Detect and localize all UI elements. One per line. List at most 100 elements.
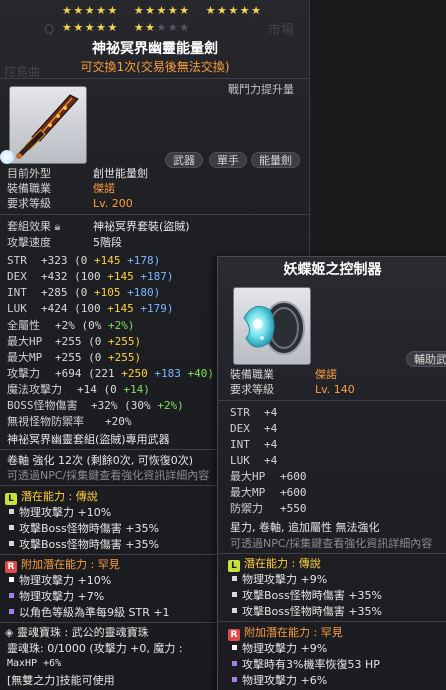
stat-row: LUK +4 xyxy=(230,454,278,467)
star-group-filled: ★★ xyxy=(133,21,157,34)
sparkle-icon xyxy=(0,150,14,164)
additional-potential-line: 攻擊時有3%機率恢復53 HP xyxy=(230,659,380,670)
stat-row: STR +4 xyxy=(230,406,278,419)
star-group: ★★★★★ xyxy=(62,21,119,34)
stat-row-allstat: 全屬性 +2% (0% +2%) xyxy=(7,319,135,332)
trade-status: 可交換1次(交易後無法交換) xyxy=(80,60,230,74)
tag-weapon: 武器 xyxy=(165,152,203,168)
potential-line: 攻擊Boss怪物時傷害 +35% xyxy=(230,590,382,601)
potential-title: L 潛在能力 : 傳說 xyxy=(5,491,98,505)
bullet-icon xyxy=(9,509,14,514)
exclusive-weapon-text: 神祕冥界幽靈套組(盜賊)專用武器 xyxy=(7,433,170,446)
info-label: 要求等級 xyxy=(230,383,274,396)
potential-line: 攻擊Boss怪物時傷害 +35% xyxy=(7,523,159,534)
attack-speed-label: 攻擊速度 xyxy=(7,236,51,249)
combat-power-label: 戰鬥力提升量 xyxy=(228,83,294,96)
star-group: ★★★★★ xyxy=(133,4,191,17)
bullet-icon xyxy=(232,576,237,581)
controller-icon-frame xyxy=(233,287,311,365)
info-label: 目前外型 xyxy=(7,167,51,180)
stat-row-maxmp: 最大MP +255 (0 +255) xyxy=(7,351,142,364)
additional-potential-line: 物理攻擊力 +7% xyxy=(7,591,104,602)
background-search-glyph: Q xyxy=(44,23,55,38)
stat-row-str: STR +323 (0 +145 +178) xyxy=(7,254,161,267)
bullet-icon xyxy=(232,661,237,666)
stat-row-magic-attack: 魔法攻擊力 +14 (0 +14) xyxy=(7,383,150,396)
potential-title: L 潛在能力 : 傳說 xyxy=(228,558,321,572)
additional-potential-line: 物理攻擊力 +6% xyxy=(230,675,327,686)
info-value-job: 傑諾 xyxy=(315,368,337,381)
set-effect-label: 套組效果 🔒︎ xyxy=(7,220,61,233)
stat-row-luk: LUK +424 (100 +145 +179) xyxy=(7,302,174,315)
stat-row-dex: DEX +432 (100 +145 +187) xyxy=(7,270,174,283)
divider xyxy=(0,214,309,215)
star-group: ★★★★★ xyxy=(205,4,263,17)
starforce-row-2: ★★★★★ ★★★★★ xyxy=(62,22,191,33)
info-label: 裝備職業 xyxy=(230,368,274,381)
star-group-empty: ★★★ xyxy=(156,21,191,34)
soul-count-line: 靈魂珠: 0/1000 (攻擊力 +0, 魔力 : xyxy=(7,642,183,655)
stat-row: DEX +4 xyxy=(230,422,278,435)
enhance-restriction-text: 星力, 卷軸, 追加屬性 無法強化 xyxy=(230,521,380,534)
potential-line: 物理攻擊力 +10% xyxy=(7,507,111,518)
set-effect-value: 神祕冥界套裝(盜賊) xyxy=(93,220,190,233)
potential-line: 攻擊Boss怪物時傷害 +35% xyxy=(7,539,159,550)
stat-row: 最大HP +600 xyxy=(230,470,307,483)
divider xyxy=(218,621,446,622)
info-label: 裝備職業 xyxy=(7,182,51,195)
bullet-icon xyxy=(232,677,237,682)
bullet-icon xyxy=(9,525,14,530)
attack-speed-value: 5階段 xyxy=(93,236,122,249)
additional-potential-line: 物理攻擊力 +10% xyxy=(7,575,111,586)
starforce-row-1: ★★★★★ ★★★★★ ★★★★★ xyxy=(62,5,272,16)
bullet-icon xyxy=(232,592,237,597)
soul-gem-icon: ◈ xyxy=(5,626,14,639)
npc-hint-text: 可透過NPC/採集鍵查看強化資訊詳細內容 xyxy=(230,537,433,550)
tag-energy-sword: 能量劍 xyxy=(251,152,300,168)
butterfly-controller-icon xyxy=(243,301,305,355)
additional-potential-title: R 附加潛在能力 : 罕見 xyxy=(228,627,343,641)
divider xyxy=(0,78,309,79)
bullet-icon xyxy=(232,645,237,650)
divider xyxy=(218,400,446,401)
additional-potential-line: 物理攻擊力 +9% xyxy=(230,643,327,654)
stat-row-boss-damage: BOSS怪物傷害 +32% (30% +2%) xyxy=(7,399,184,412)
info-value-level: Lv. 140 xyxy=(315,383,355,396)
scroll-upgrade-text: 卷軸 強化 12次 (剩餘0次, 可恢復0次) xyxy=(7,454,194,467)
soul-maxhp-line: MaxHP +6% xyxy=(7,658,62,669)
stat-row: INT +4 xyxy=(230,438,278,451)
bullet-icon xyxy=(9,593,14,598)
background-market-text: 市場 xyxy=(268,23,295,38)
controller-title: 妖蝶姬之控制器 xyxy=(283,262,382,278)
bullet-icon xyxy=(9,541,14,546)
legendary-rank-icon: L xyxy=(228,560,240,572)
energy-sword-icon xyxy=(16,94,79,159)
stat-row-ignore-def: 無視怪物防禦率 +20% xyxy=(7,415,132,428)
potential-line: 攻擊Boss怪物時傷害 +35% xyxy=(230,606,382,617)
additional-potential-line: 以角色等級為準每9級 STR +1 xyxy=(7,607,170,618)
bullet-icon xyxy=(9,577,14,582)
item-icon-frame xyxy=(9,86,87,164)
info-value-level: Lv. 200 xyxy=(93,197,133,210)
soul-title: ◈ 靈魂寶珠 : 武公的靈魂寶珠 xyxy=(5,626,149,639)
info-label: 要求等級 xyxy=(7,197,51,210)
info-value-job: 傑諾 xyxy=(93,182,115,195)
stat-row-int: INT +285 (0 +105 +180) xyxy=(7,286,161,299)
info-value: 創世能量劍 xyxy=(93,167,148,180)
item-title: 神祕冥界幽靈能量劍 xyxy=(92,41,218,57)
bullet-icon xyxy=(9,609,14,614)
divider xyxy=(218,553,446,554)
star-group: ★★★★★ xyxy=(62,4,119,17)
rare-rank-icon: R xyxy=(228,629,240,641)
controller-tooltip: 妖蝶姬之控制器 輔助武 裝備職業 傑諾 要求等級 Lv. 140 STR +4 D… xyxy=(217,256,446,690)
stat-row: 最大MP +600 xyxy=(230,486,307,499)
soul-skill-line: [無雙之力]技能可使用 xyxy=(7,674,115,687)
stat-row: 防禦力 +550 xyxy=(230,502,307,515)
stat-row-attack: 攻擊力 +694 (221 +250 +183 +40) xyxy=(7,367,214,380)
legendary-rank-icon: L xyxy=(5,493,17,505)
npc-hint-text: 可透過NPC/採集鍵查看強化資訊詳細內容 xyxy=(7,469,210,482)
bullet-icon xyxy=(232,608,237,613)
potential-line: 物理攻擊力 +9% xyxy=(230,574,327,585)
tag-one-handed: 單手 xyxy=(209,152,247,168)
stat-row-maxhp: 最大HP +255 (0 +255) xyxy=(7,335,142,348)
